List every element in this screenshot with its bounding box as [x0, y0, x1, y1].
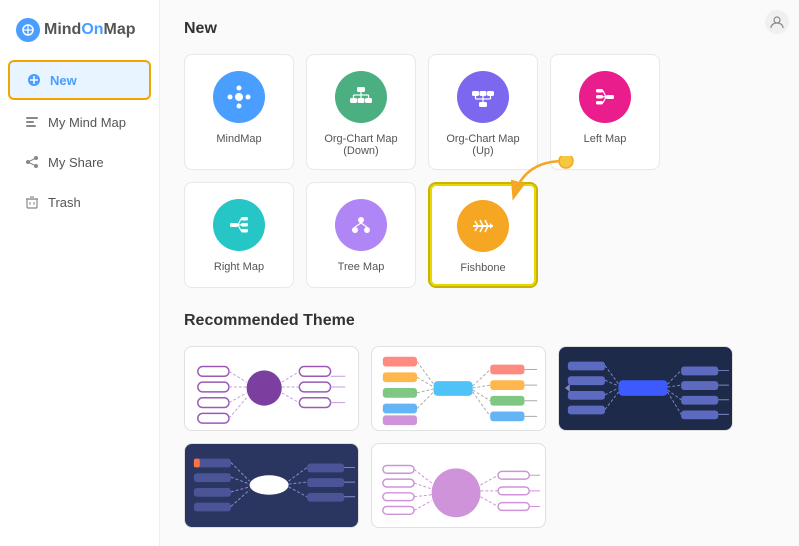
logo-text: MindOnMap [44, 21, 136, 39]
trash-icon [24, 194, 40, 210]
map-card-org-chart-down[interactable]: Org-Chart Map (Down) [306, 54, 416, 170]
map-card-mindmap[interactable]: MindMap [184, 54, 294, 170]
map-card-right-map[interactable]: Right Map [184, 182, 294, 288]
theme-diagram-4 [185, 444, 358, 527]
theme-card-5[interactable] [371, 443, 546, 528]
theme-card-1[interactable] [184, 346, 359, 431]
my-share-icon [24, 154, 40, 170]
theme-diagram-5 [372, 444, 545, 527]
fishbone-label: Fishbone [460, 262, 505, 274]
sidebar-item-my-share[interactable]: My Share [8, 144, 151, 180]
new-section-title: New [184, 20, 775, 38]
recommended-section-title: Recommended Theme [184, 312, 775, 330]
theme-grid [184, 346, 775, 528]
map-card-tree-map[interactable]: Tree Map [306, 182, 416, 288]
sidebar-item-my-mind-map-label: My Mind Map [48, 115, 126, 130]
sidebar-item-trash[interactable]: Trash [8, 184, 151, 220]
sidebar-item-new[interactable]: New [8, 60, 151, 100]
user-icon[interactable] [765, 10, 789, 34]
theme-card-2[interactable] [371, 346, 546, 431]
sidebar-item-trash-label: Trash [48, 195, 81, 210]
org-chart-up-label: Org-Chart Map (Up) [437, 133, 529, 157]
org-chart-down-label: Org-Chart Map (Down) [315, 133, 407, 157]
map-card-org-chart-up[interactable]: Org-Chart Map (Up) [428, 54, 538, 170]
theme-diagram-3 [559, 347, 732, 430]
sidebar-item-my-share-label: My Share [48, 155, 104, 170]
sidebar-item-new-label: New [50, 73, 77, 88]
left-map-icon [579, 71, 631, 123]
mindmap-icon [213, 71, 265, 123]
tree-map-label: Tree Map [338, 261, 385, 273]
main-content: New MindMap [160, 0, 799, 546]
theme-diagram-2 [372, 347, 545, 430]
fishbone-icon [457, 200, 509, 252]
left-map-label: Left Map [584, 133, 627, 145]
theme-card-3[interactable] [558, 346, 733, 431]
new-icon [26, 72, 42, 88]
right-map-icon [213, 199, 265, 251]
tree-map-icon [335, 199, 387, 251]
org-chart-down-icon [335, 71, 387, 123]
map-card-left-map[interactable]: Left Map [550, 54, 660, 170]
map-card-fishbone[interactable]: Fishbone [428, 182, 538, 288]
theme-card-4[interactable] [184, 443, 359, 528]
theme-diagram-1 [185, 347, 358, 430]
logo-icon [16, 18, 40, 42]
right-map-label: Right Map [214, 261, 264, 273]
logo: MindOnMap [0, 10, 159, 58]
map-grid: MindMap Org-Chart Map (Down) [184, 54, 775, 288]
org-chart-up-icon [457, 71, 509, 123]
sidebar: MindOnMap New My Mind Map [0, 0, 160, 546]
my-mind-map-icon [24, 114, 40, 130]
sidebar-item-my-mind-map[interactable]: My Mind Map [8, 104, 151, 140]
mindmap-label: MindMap [216, 133, 261, 145]
